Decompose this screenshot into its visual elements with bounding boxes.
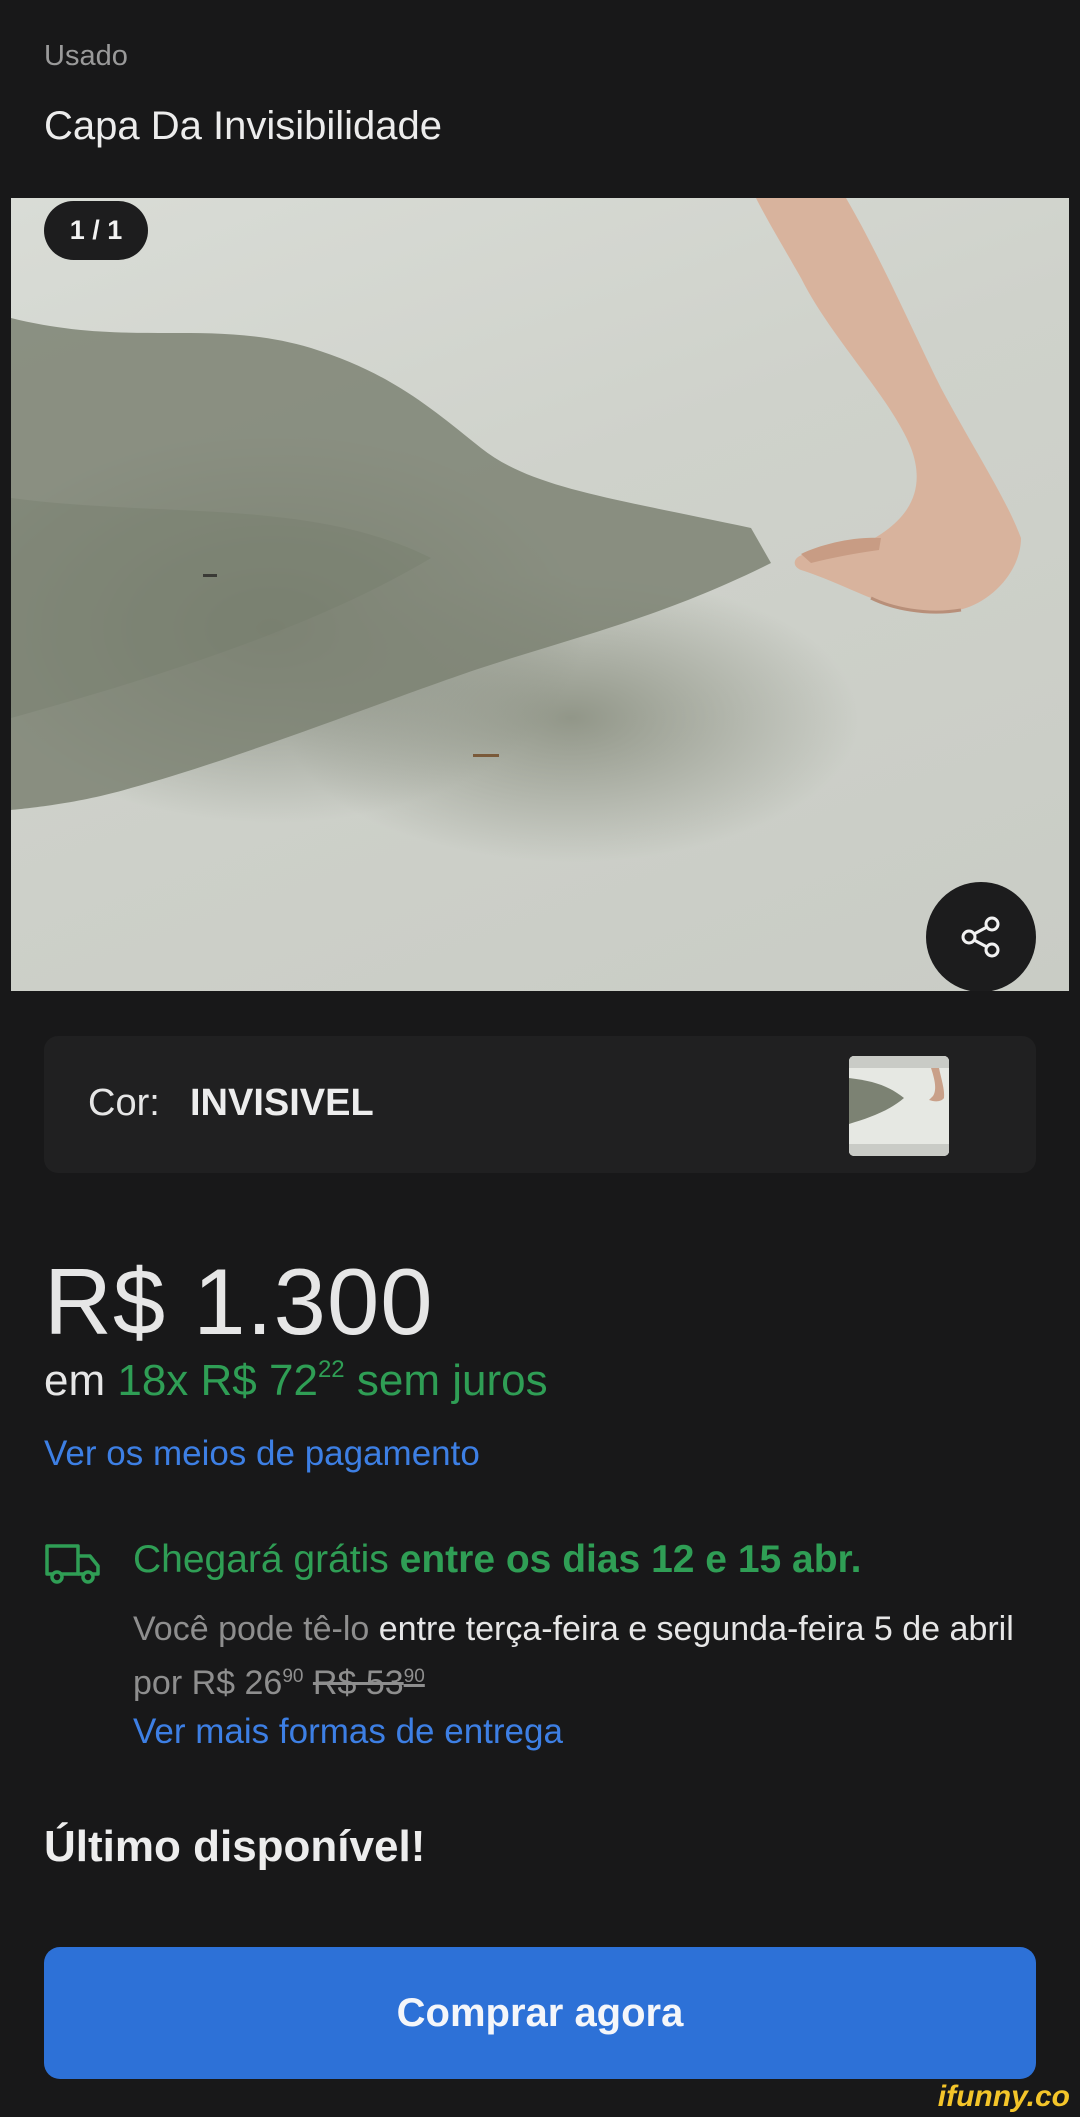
installments-amount: 18x R$ 7222 sem juros — [117, 1356, 547, 1405]
delivery-options-link[interactable]: Ver mais formas de entrega — [133, 1712, 563, 1752]
shipping-desc-muted-2: por R$ 26 — [133, 1664, 283, 1702]
installments: em 18x R$ 7222 sem juros — [44, 1356, 548, 1406]
variation-label: Cor: — [88, 1082, 160, 1124]
shipping-title-regular: Chegará grátis — [133, 1538, 389, 1581]
shipping-price: por R$ 2690 — [133, 1664, 303, 1702]
installments-cents: 22 — [317, 1356, 345, 1383]
share-button[interactable] — [926, 882, 1036, 991]
shipping-title-bold: entre os dias 12 e 15 abr. — [399, 1538, 862, 1581]
image-counter: 1 / 1 — [44, 201, 148, 260]
share-icon — [961, 916, 1000, 958]
shipping-title: Chegará grátis entre os dias 12 e 15 abr… — [133, 1538, 861, 1582]
stock-status: Último disponível! — [44, 1822, 426, 1871]
item-title: Capa Da Invisibilidade — [44, 104, 443, 148]
truck-icon — [45, 1544, 100, 1584]
thumbnail-image — [849, 1056, 949, 1156]
shipping-desc-main: entre terça-feira e segunda-feira 5 de a… — [378, 1610, 1014, 1648]
shipping-old-price-cents: 90 — [403, 1666, 425, 1687]
payment-methods-link[interactable]: Ver os meios de pagamento — [44, 1434, 480, 1474]
installments-prefix: em — [44, 1356, 106, 1405]
watermark-text: ifunny.co — [937, 2080, 1070, 2113]
shipping-desc-muted-1: Você pode tê-lo — [133, 1610, 370, 1648]
price-amount: R$ 1.300 — [44, 1249, 434, 1354]
shipping-old-price-main: R$ 53 — [312, 1664, 404, 1702]
product-image-gallery[interactable]: 1 / 1 — [11, 198, 1069, 991]
item-condition: Usado — [44, 40, 128, 72]
variation-value: INVISIVEL — [190, 1082, 374, 1124]
installments-main: 18x R$ 72 — [117, 1356, 318, 1405]
shipping-price-cents: 90 — [282, 1666, 304, 1687]
product-photo — [11, 198, 1021, 810]
variation-thumbnail[interactable] — [849, 1056, 949, 1156]
variation-selector[interactable]: Cor: INVISIVEL — [44, 1036, 1036, 1173]
shipping-description: Você pode tê-lo entre terça-feira e segu… — [133, 1602, 1033, 1716]
shipping-old-price: R$ 5390 — [313, 1664, 425, 1702]
installments-suffix: sem juros — [356, 1356, 548, 1405]
buy-now-button[interactable]: Comprar agora — [44, 1947, 1036, 2079]
